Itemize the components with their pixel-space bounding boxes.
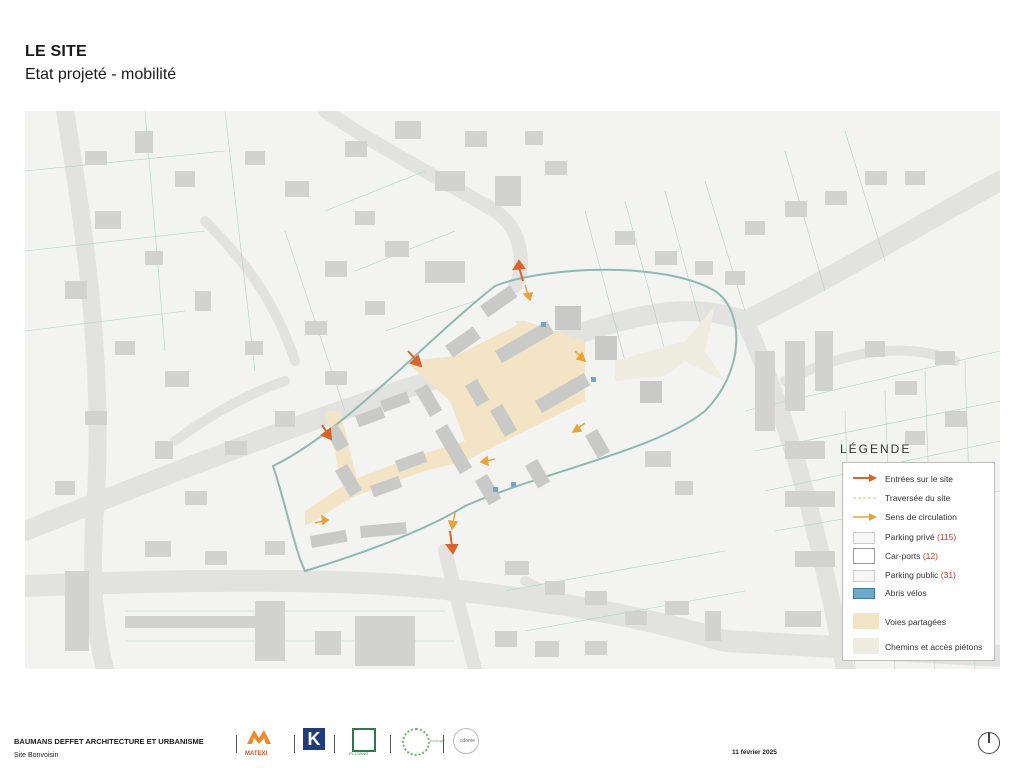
parking-public-swatch (853, 570, 875, 582)
legend: Entrées sur le site Traversée du site Se… (842, 462, 995, 661)
logo-separator (236, 735, 237, 753)
legend-paths-label: Chemins et accès piétons (885, 642, 983, 652)
shared-road-swatch (853, 613, 879, 629)
car-ports-swatch (853, 548, 875, 564)
legend-car-ports-label: Car-ports (12) (885, 551, 938, 561)
footer-site: Site Bonvoisin (14, 752, 59, 759)
parking-private-swatch (853, 532, 875, 544)
legend-circulation-label: Sens de circulation (885, 512, 957, 522)
pl-living-text: PL-LIVING (349, 751, 369, 756)
matexi-logo: MATEXI (245, 728, 281, 757)
ecology-logo (402, 728, 430, 756)
page-subtitle: Etat projeté - mobilité (25, 66, 177, 83)
k-logo: K (303, 728, 325, 750)
road-north (318, 111, 528, 293)
bike-shelter-swatch (853, 588, 875, 599)
legend-bike-label: Abris vélos (885, 588, 927, 598)
footer-date: 11 février 2025 (732, 749, 777, 756)
lane-1 (200, 216, 300, 366)
legend-title: LÉGENDE (840, 442, 912, 456)
entry-arrow-icon (853, 474, 877, 482)
logo-separator (334, 735, 335, 753)
page-title: LE SITE (25, 43, 87, 60)
legend-entries-label: Entrées sur le site (885, 474, 954, 484)
shared-roads (305, 321, 585, 526)
legend-parking-public-label: Parking public (31) (885, 570, 956, 580)
logo-separator (390, 735, 391, 753)
road-south-access (438, 544, 482, 669)
logo-separator (294, 735, 295, 753)
logo-separator (443, 735, 444, 753)
dashed-line-icon (853, 497, 877, 499)
legend-shared-roads-label: Voies partagées (885, 617, 946, 627)
footer-firm: BAUMANS DEFFET ARCHITECTURE ET URBANISME (14, 737, 204, 746)
legend-parking-private-label: Parking privé (115) (885, 532, 957, 542)
cdome-text: cdome (460, 738, 476, 744)
pl-living-logo (352, 728, 376, 752)
legend-crossing-label: Traversée du site (885, 493, 951, 503)
pedestrian-swatch (853, 638, 879, 654)
circulation-arrow-icon (853, 513, 877, 521)
north-arrow-icon (978, 732, 1000, 754)
